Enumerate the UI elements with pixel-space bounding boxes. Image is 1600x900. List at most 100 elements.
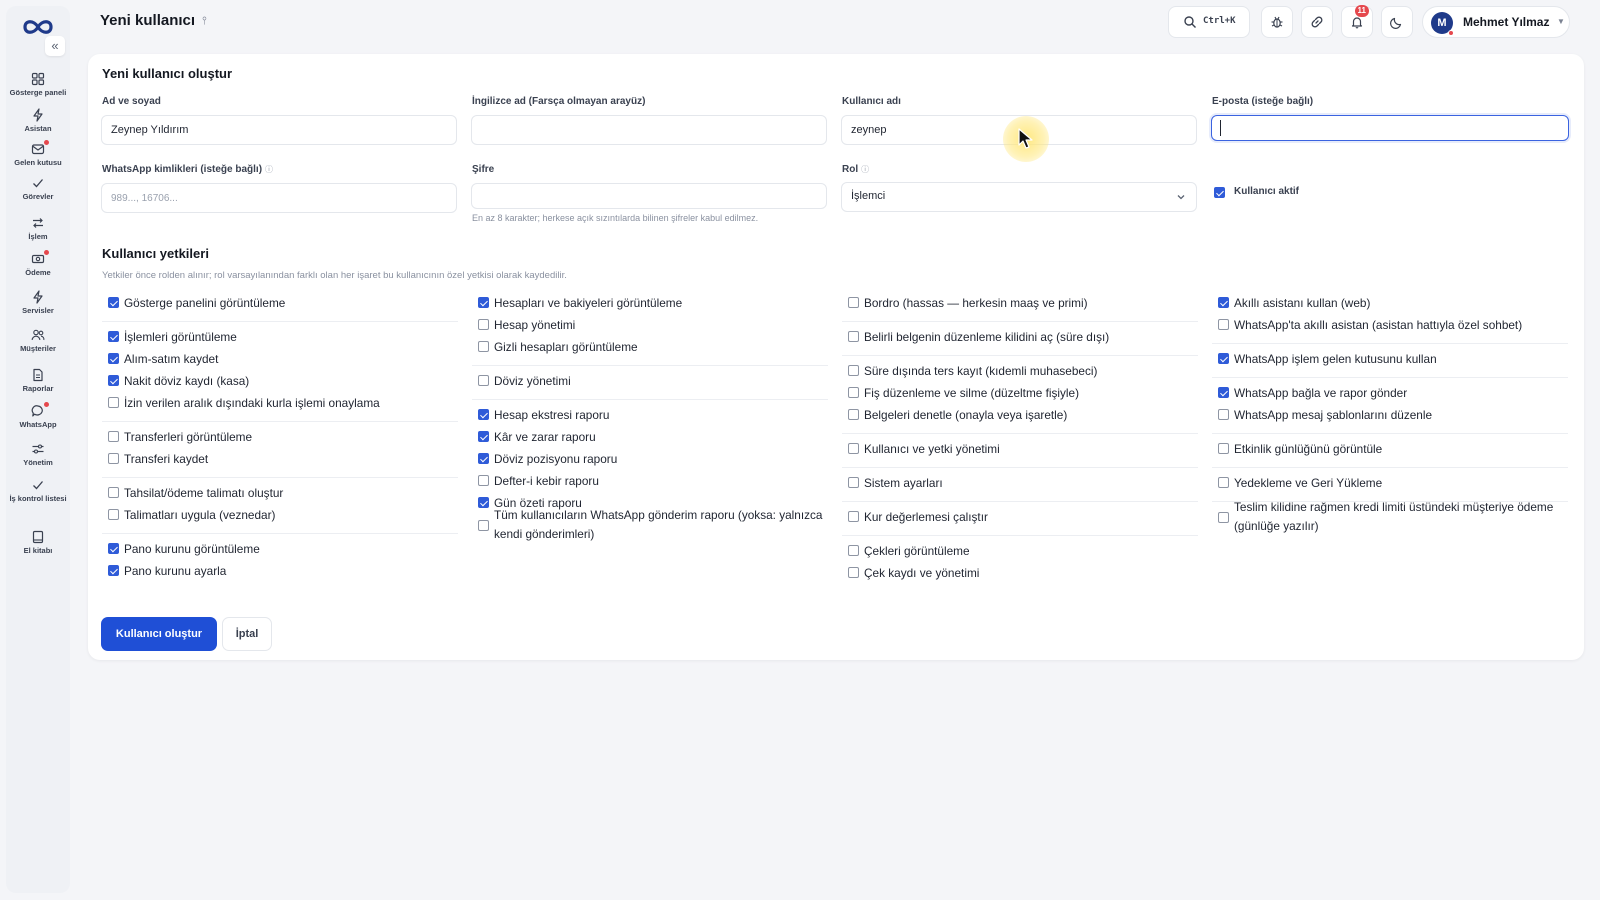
create-user-button[interactable]: Kullanıcı oluştur <box>101 617 217 651</box>
permission-checkbox[interactable] <box>108 487 119 498</box>
sidebar-item[interactable]: Görevler <box>6 176 70 201</box>
permission-label: Süre dışında ters kayıt (kıdemli muhaseb… <box>864 364 1098 378</box>
role-select[interactable]: İşlemci <box>841 182 1197 212</box>
chevron-down-icon <box>1177 195 1185 200</box>
sidebar-item-label: Ödeme <box>25 268 51 277</box>
sidebar-item[interactable]: Yönetim <box>6 442 70 467</box>
page-title: Yeni kullanıcı <box>100 12 196 29</box>
permission-checkbox[interactable] <box>108 375 119 386</box>
permission-checkbox[interactable] <box>1218 443 1229 454</box>
full-name-input[interactable] <box>101 115 457 145</box>
permission-checkbox[interactable] <box>478 375 489 386</box>
permission-checkbox[interactable] <box>1218 477 1229 488</box>
permission-label: Tüm kullanıcıların WhatsApp gönderim rap… <box>494 508 823 541</box>
permission-checkbox[interactable] <box>848 297 859 308</box>
group-divider <box>472 399 828 400</box>
moon-icon <box>1390 17 1402 29</box>
sidebar-collapse-button[interactable]: « <box>45 36 65 56</box>
permission-checkbox[interactable] <box>478 497 489 508</box>
pin-icon[interactable]: ⫯ <box>202 15 207 28</box>
permission-checkbox[interactable] <box>848 545 859 556</box>
permission-checkbox[interactable] <box>478 453 489 464</box>
group-divider <box>1212 467 1568 468</box>
permission-checkbox[interactable] <box>478 409 489 420</box>
permission-checkbox[interactable] <box>1218 409 1229 420</box>
permission-checkbox[interactable] <box>108 353 119 364</box>
search-button[interactable]: Ctrl+K <box>1168 6 1250 38</box>
sidebar-item[interactable]: WhatsApp <box>6 402 70 429</box>
permission-checkbox[interactable] <box>478 319 489 330</box>
sidebar-item[interactable]: Gelen kutusu <box>6 140 70 167</box>
user-menu[interactable]: M Mehmet Yılmaz ▼ <box>1422 6 1570 38</box>
permission-label: WhatsApp'ta akıllı asistan (asistan hatt… <box>1234 318 1523 332</box>
permission-checkbox[interactable] <box>108 509 119 520</box>
permission-checkbox[interactable] <box>478 475 489 486</box>
permission-checkbox[interactable] <box>478 341 489 352</box>
permission-label: Hesap yönetimi <box>494 318 576 332</box>
permission-checkbox[interactable] <box>848 331 859 342</box>
info-icon[interactable]: ⓘ <box>861 165 869 174</box>
permission-label: Teslim kilidine rağmen kredi limiti üstü… <box>1234 500 1554 533</box>
permission-checkbox[interactable] <box>108 565 119 576</box>
sidebar-item[interactable]: Raporlar <box>6 368 70 393</box>
permission-checkbox[interactable] <box>1218 387 1229 398</box>
cancel-button[interactable]: İptal <box>222 617 272 651</box>
sidebar-item[interactable]: Asistan <box>6 108 70 133</box>
sidebar-item[interactable]: El kitabı <box>6 530 70 555</box>
sidebar-item-label: WhatsApp <box>19 420 57 429</box>
email-input[interactable] <box>1211 115 1569 141</box>
permission-checkbox[interactable] <box>848 511 859 522</box>
permission-checkbox[interactable] <box>108 453 119 464</box>
permission-label: Etkinlik günlüğünü görüntüle <box>1234 442 1383 456</box>
permission-checkbox[interactable] <box>108 543 119 554</box>
notifications-button[interactable]: 11 <box>1341 5 1373 38</box>
permission-label: Akıllı asistanı kullan (web) <box>1234 296 1371 310</box>
user-active-checkbox[interactable] <box>1214 187 1225 198</box>
permission-checkbox[interactable] <box>108 331 119 342</box>
permission-checkbox[interactable] <box>848 409 859 420</box>
sidebar-item[interactable]: Servisler <box>6 290 70 315</box>
group-divider <box>102 477 458 478</box>
permission-checkbox[interactable] <box>848 387 859 398</box>
link-button[interactable] <box>1301 6 1333 38</box>
permission-label: Pano kurunu ayarla <box>124 564 227 578</box>
permission-checkbox[interactable] <box>108 397 119 408</box>
permission-checkbox[interactable] <box>1218 297 1229 308</box>
group-divider <box>102 321 458 322</box>
debug-button[interactable] <box>1261 6 1293 38</box>
permission-checkbox[interactable] <box>478 431 489 442</box>
permission-checkbox[interactable] <box>108 431 119 442</box>
password-input[interactable] <box>471 183 827 209</box>
sidebar-item[interactable]: İşlem <box>6 216 70 241</box>
sidebar-item[interactable]: İş kontrol listesi <box>6 478 70 503</box>
permission-checkbox[interactable] <box>478 297 489 308</box>
sidebar-item-label: Görevler <box>22 192 54 201</box>
theme-toggle-button[interactable] <box>1381 6 1413 38</box>
group-divider <box>842 535 1198 536</box>
whatsapp-ids-input[interactable] <box>101 183 457 213</box>
sidebar-item[interactable]: Ödeme <box>6 250 70 277</box>
permission-checkbox[interactable] <box>848 365 859 376</box>
permission-checkbox[interactable] <box>848 443 859 454</box>
sidebar-item[interactable]: Müşteriler <box>6 328 70 353</box>
permission-checkbox[interactable] <box>848 567 859 578</box>
link-icon <box>1311 16 1323 28</box>
permission-checkbox[interactable] <box>108 297 119 308</box>
sidebar-item[interactable]: Gösterge paneli <box>6 72 70 97</box>
info-icon[interactable]: ⓘ <box>265 165 273 174</box>
permission-checkbox[interactable] <box>1218 353 1229 364</box>
permission-label: Döviz yönetimi <box>494 374 571 388</box>
users-icon <box>31 328 45 342</box>
permission-label: WhatsApp bağla ve rapor gönder <box>1234 386 1408 400</box>
permission-label: Gösterge panelini görüntüleme <box>124 296 286 310</box>
permission-checkbox[interactable] <box>1218 319 1229 330</box>
english-name-input[interactable] <box>471 115 827 145</box>
permission-checkbox[interactable] <box>478 520 489 531</box>
whatsapp-ids-label: WhatsApp kimlikleri (isteğe bağlı) ⓘ <box>102 164 274 175</box>
permission-checkbox[interactable] <box>1218 512 1229 523</box>
permission-label: Belirli belgenin düzenleme kilidini aç (… <box>864 330 1110 344</box>
permission-label: Kullanıcı ve yetki yönetimi <box>864 442 1000 456</box>
grid-icon <box>31 72 45 86</box>
permission-checkbox[interactable] <box>848 477 859 488</box>
group-divider <box>1212 433 1568 434</box>
